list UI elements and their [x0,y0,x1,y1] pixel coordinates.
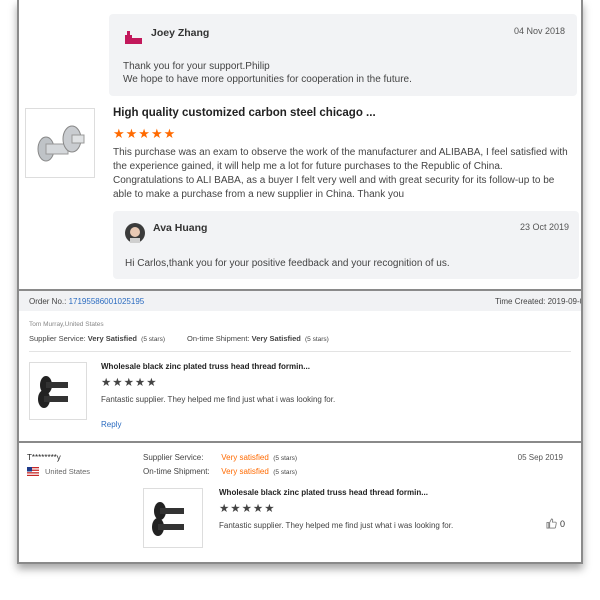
reviewer-name: Tom Murray,United States [29,321,104,328]
shipment-label: On-time Shipment: [143,467,210,476]
review-rating-stars: ★★★★★ [113,126,177,141]
avatar [125,223,145,243]
divider [29,351,571,352]
review-product-title[interactable]: Wholesale black zinc plated truss head t… [219,488,428,497]
supplier-service-value: Very satisfied [221,453,269,462]
order-info-bar: Order No.: 17195586001025195 Time Create… [19,291,581,311]
chicago-screw-image [37,125,85,162]
reply-text: Hi Carlos,thank you for your positive fe… [125,258,450,269]
us-flag-icon [27,467,39,476]
supplier-reply-box: Joey Zhang 04 Nov 2018 Thank you for you… [109,14,577,96]
review-product-title[interactable]: High quality customized carbon steel chi… [113,107,376,119]
reply-date: 04 Nov 2018 [513,26,565,36]
supplier-service-value: Very Satisfied [87,334,137,343]
reply-date: 23 Oct 2019 [519,222,569,232]
reply-author-name: Joey Zhang [151,27,210,39]
shipment-rating: On-time Shipment: Very satisfied (5 star… [143,467,297,476]
reply-link[interactable]: Reply [101,420,121,429]
reviewer-country: United States [45,467,91,476]
product-thumbnail[interactable] [29,362,87,420]
review-rating-stars: ★★★★★ [101,377,158,389]
shipment-rating: On-time Shipment: Very Satisfied (5 star… [187,334,329,343]
supplier-logo-icon [125,31,142,44]
review-product-title[interactable]: Wholesale black zinc plated truss head t… [101,362,310,371]
time-created: Time Created: 2019-09-05 [495,297,583,306]
reviewer-name: T********y [27,453,61,462]
divider [19,441,581,443]
review-date: 05 Sep 2019 [517,453,563,462]
shipment-value: Very Satisfied [251,334,301,343]
supplier-reply-box-2: Ava Huang 23 Oct 2019 Hi Carlos,thank yo… [113,211,579,279]
like-count: 0 [560,518,566,529]
reply-author-name: Ava Huang [153,222,208,234]
supplier-service-stars: (5 stars) [273,455,298,462]
supplier-service-rating: Supplier Service: Very Satisfied (5 star… [29,334,165,343]
order-number-label: Order No.: [29,297,67,306]
like-button[interactable]: 0 [546,518,565,529]
shipment-stars: (5 stars) [305,336,329,343]
review-text: Fantastic supplier. They helped me find … [101,395,336,404]
screw-image [38,376,68,408]
reply-text-line1: Thank you for your support.Philip [123,61,270,72]
reply-text-line2: We hope to have more opportunities for c… [123,74,412,85]
review-rating-stars: ★★★★★ [219,503,276,515]
supplier-service-label: Supplier Service: [29,334,86,343]
shipment-value: Very satisfied [221,467,269,476]
order-number-link[interactable]: 17195586001025195 [69,297,145,306]
thumbs-up-icon [546,518,557,529]
product-thumbnail[interactable] [25,108,95,178]
supplier-service-stars: (5 stars) [141,336,166,343]
review-text: This purchase was an exam to observe the… [113,147,568,200]
shipment-stars: (5 stars) [273,469,298,476]
review-text: Fantastic supplier. They helped me find … [219,521,454,530]
screw-image [152,502,184,536]
supplier-service-rating: Supplier Service: Very satisfied (5 star… [143,453,297,462]
shipment-label: On-time Shipment: [187,334,250,343]
supplier-service-label: Supplier Service: [143,453,204,462]
product-thumbnail[interactable] [143,488,203,548]
reviews-panel: Joey Zhang 04 Nov 2018 Thank you for you… [17,0,583,564]
